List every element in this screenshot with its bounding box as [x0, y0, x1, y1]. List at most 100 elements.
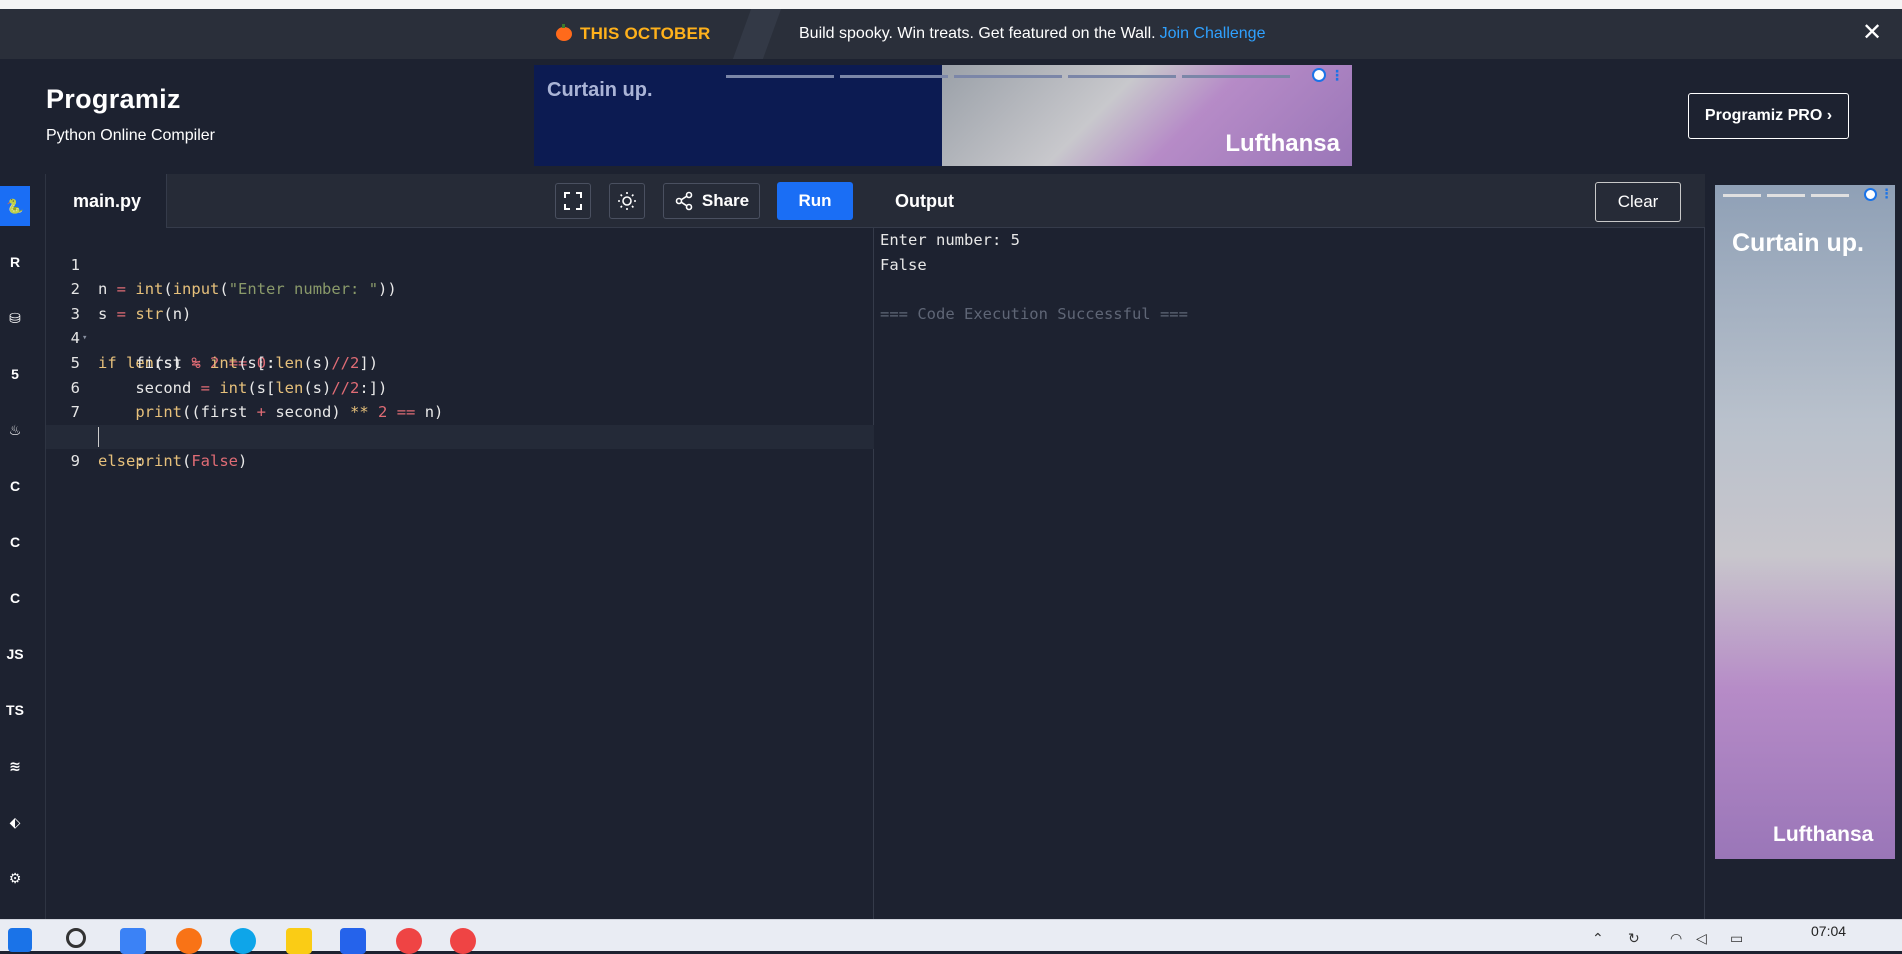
promo-text: THIS OCTOBER [580, 24, 711, 43]
windows-start-icon[interactable] [8, 928, 32, 952]
ad-caption: Curtain up. [547, 79, 653, 101]
os-taskbar: ⌃ ↻ ◠ ◁ ▭ 07:04 [0, 919, 1902, 954]
share-label: Share [701, 191, 750, 210]
file-explorer-icon[interactable] [286, 928, 312, 954]
line-number: 9 [70, 452, 80, 471]
database-icon: ⛁ [9, 309, 21, 326]
ad-brand: Lufthansa [1773, 823, 1874, 846]
code-line: 7 ▾ else: [46, 376, 874, 470]
code-line-current: 9 [46, 424, 874, 470]
store-icon[interactable] [340, 928, 366, 954]
share-icon [675, 191, 693, 211]
sidebar-item-go[interactable]: ≋ [0, 746, 30, 786]
cpp-icon: C [9, 534, 21, 550]
wifi-icon[interactable]: ◠ [1670, 930, 1682, 947]
ad-caption: Curtain up. [1732, 229, 1864, 257]
promo-label: THIS OCTOBER [556, 9, 711, 59]
output-title: Output [895, 190, 954, 211]
r-icon: R [9, 254, 21, 270]
sidebar-item-python[interactable]: 🐍 [0, 186, 30, 226]
refresh-icon[interactable]: ↻ [1628, 930, 1640, 947]
execution-status: === Code Execution Successful === [880, 304, 1188, 323]
fullscreen-icon [564, 192, 582, 210]
sidebar-item-r[interactable]: R [0, 242, 30, 282]
sidebar-item-java[interactable]: ♨ [0, 410, 30, 450]
sidebar-item-html[interactable]: 5 [0, 354, 30, 394]
fullscreen-button[interactable] [555, 183, 591, 219]
text-cursor [98, 426, 99, 447]
code-text: print(False) [135, 452, 248, 471]
programiz-pro-button[interactable]: Programiz PRO › [1688, 93, 1849, 139]
swift-icon: ⬖ [9, 813, 21, 830]
clear-button[interactable]: Clear [1595, 182, 1681, 222]
sidebar-item-cpp[interactable]: C [0, 522, 30, 562]
battery-icon[interactable]: ▭ [1730, 930, 1743, 947]
banner-divider [732, 9, 782, 59]
output-line: Enter number: 5 [880, 231, 1020, 249]
programiz-logo[interactable]: Programiz [46, 84, 181, 115]
chrome-icon[interactable] [396, 928, 422, 954]
output-panel: Output Clear Enter number: 5 False === C… [874, 174, 1705, 919]
share-button[interactable]: Share [663, 183, 760, 219]
run-button[interactable]: Run [777, 182, 853, 220]
java-icon: ♨ [8, 421, 22, 438]
rust-icon: ⚙ [8, 869, 22, 886]
task-view-icon[interactable] [120, 928, 146, 954]
sun-icon [618, 192, 636, 210]
pumpkin-icon [556, 24, 572, 41]
html5-icon: 5 [11, 366, 19, 382]
code-area[interactable]: 1 n = int(input("Enter number: ")) 2 s =… [46, 228, 874, 471]
output-line: False [880, 255, 927, 274]
banner-message: Build spooky. Win treats. Get featured o… [799, 9, 1265, 59]
side-ad-banner[interactable]: ⋮ Curtain up. Lufthansa [1715, 185, 1895, 859]
python-icon: 🐍 [6, 197, 24, 214]
editor-toolbar: main.py Share Run [46, 174, 874, 228]
edge-icon[interactable] [230, 928, 256, 954]
sidebar-item-sql[interactable]: ⛁ [0, 298, 30, 338]
output-toolbar: Output Clear [874, 174, 1705, 228]
ts-icon: TS [6, 702, 24, 718]
tray-chevron-icon[interactable]: ⌃ [1592, 930, 1604, 947]
sidebar-item-csharp[interactable]: C [0, 578, 30, 618]
csharp-icon: C [9, 590, 21, 606]
sidebar-item-typescript[interactable]: TS [0, 690, 30, 730]
top-ad-banner[interactable]: Curtain up. ⋮ Lufthansa [534, 65, 1352, 166]
page-subtitle: Python Online Compiler [46, 127, 215, 144]
ad-menu-icon[interactable]: ⋮ [1330, 67, 1344, 84]
chrome-profile-icon[interactable] [450, 928, 476, 954]
file-tab-main[interactable]: main.py [46, 174, 167, 228]
ad-brand: Lufthansa [1225, 130, 1340, 157]
output-console[interactable]: Enter number: 5 False === Code Execution… [880, 228, 1188, 326]
ad-progress-bars [1723, 194, 1849, 197]
banner-message-text: Build spooky. Win treats. Get featured o… [799, 25, 1156, 42]
code-line: 2 s = str(n) [46, 253, 874, 323]
code-line: 1 n = int(input("Enter number: ")) [46, 228, 874, 299]
ad-info-icon[interactable] [1312, 68, 1326, 82]
theme-toggle-button[interactable] [609, 183, 645, 219]
search-icon[interactable] [66, 928, 86, 948]
sidebar-item-c[interactable]: C [0, 466, 30, 506]
language-sidebar: 🐍 R ⛁ 5 ♨ C C C JS TS ≋ ⬖ ⚙ [0, 174, 46, 919]
go-icon: ≋ [9, 757, 21, 774]
ad-info-icon[interactable] [1864, 188, 1877, 201]
app-icon[interactable] [176, 928, 202, 954]
taskbar-clock[interactable]: 07:04 [1811, 923, 1846, 939]
ad-progress-bars [726, 75, 1290, 78]
code-line: 8 print(False) [46, 400, 874, 471]
browser-top-strip [0, 0, 1902, 9]
join-challenge-link[interactable]: Join Challenge [1160, 25, 1266, 43]
js-icon: JS [6, 646, 24, 662]
sidebar-item-rust[interactable]: ⚙ [0, 858, 30, 898]
code-editor-panel: main.py Share Run 1 n = int(input("Enter… [46, 174, 874, 919]
ad-menu-icon[interactable]: ⋮ [1880, 186, 1893, 202]
c-icon: C [9, 478, 21, 494]
code-line: 5 second = int(s[len(s)//2:]) [46, 326, 874, 397]
sidebar-item-swift[interactable]: ⬖ [0, 802, 30, 842]
sidebar-item-javascript[interactable]: JS [0, 634, 30, 674]
volume-icon[interactable]: ◁ [1696, 930, 1707, 947]
code-line: 3 ▾ if len(s) % 2 == 0: [46, 277, 874, 372]
code-line: 6 print((first + second) ** 2 == n) [46, 351, 874, 422]
banner-close-icon[interactable]: ✕ [1862, 20, 1882, 46]
code-line: 4 first = int(s[:len(s)//2]) [46, 302, 874, 372]
